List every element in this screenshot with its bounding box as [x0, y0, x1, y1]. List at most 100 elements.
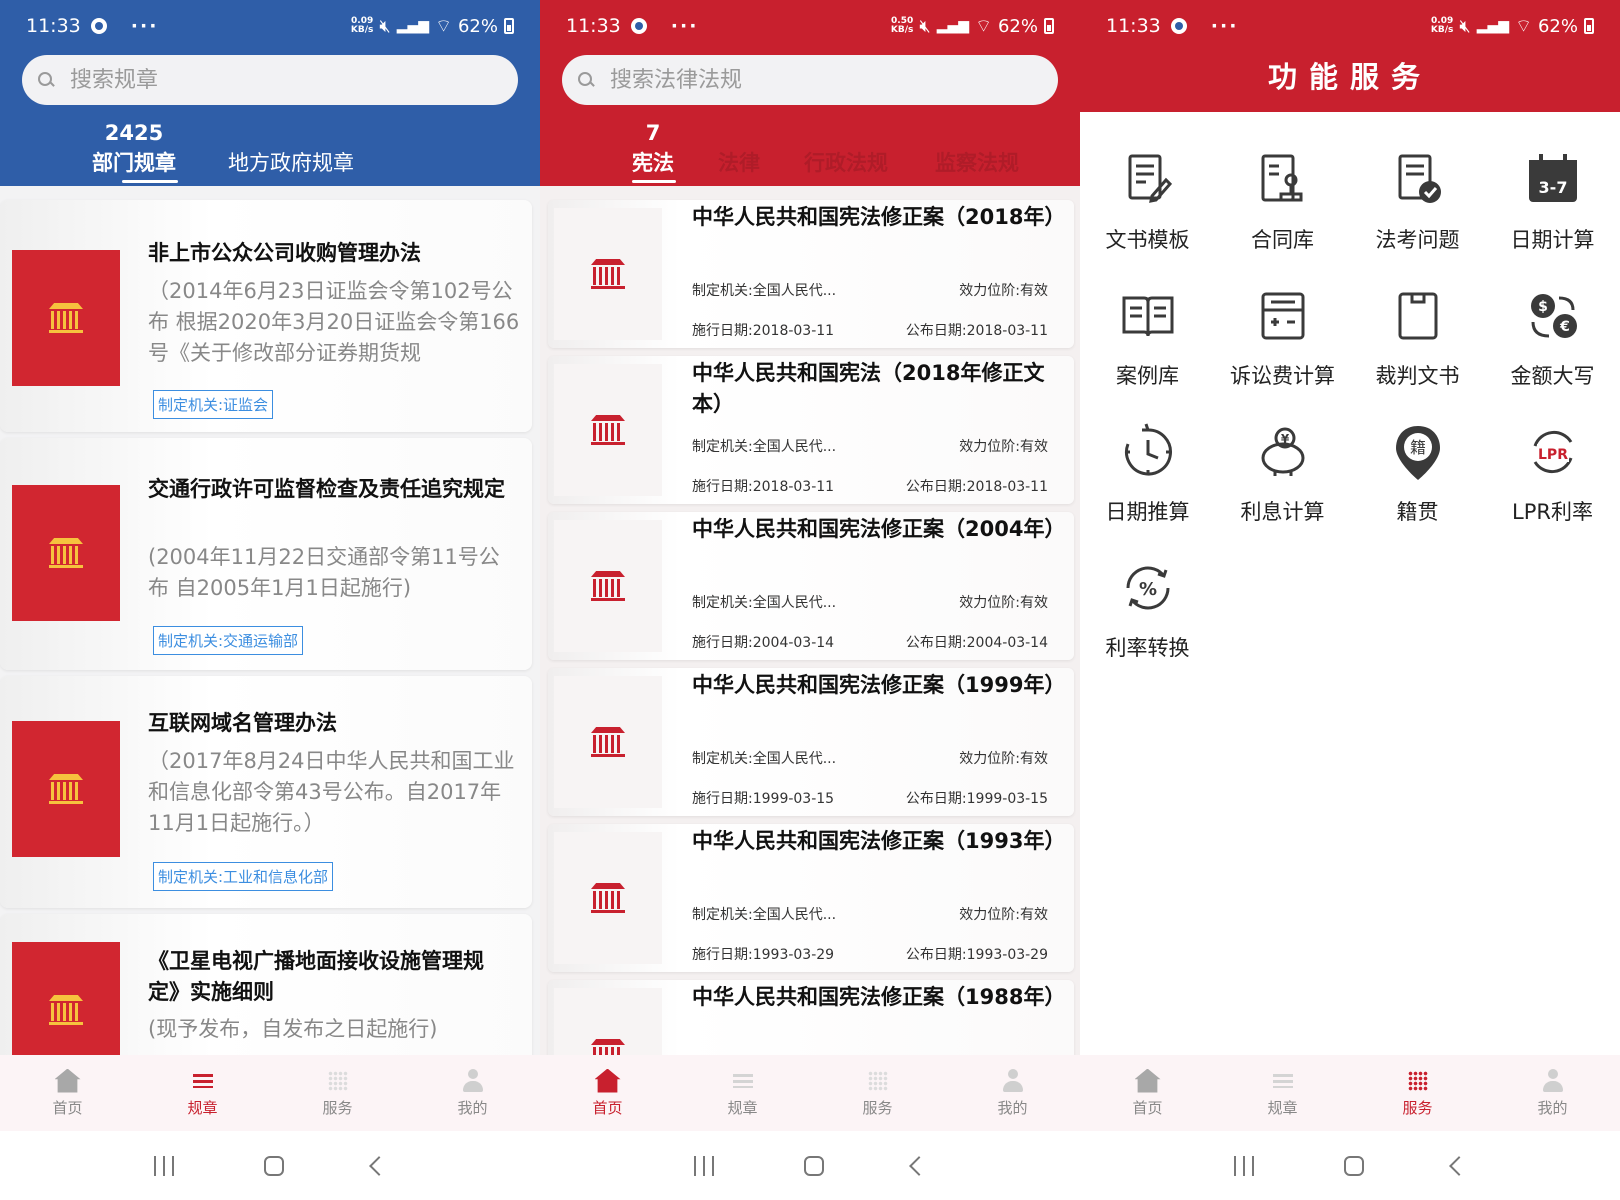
service-contract-library[interactable]: 合同库	[1215, 150, 1350, 254]
item-date-row: 施行日期:2018-03-11 公布日期:2018-03-11	[692, 320, 1048, 340]
list-item[interactable]: 中华人民共和国宪法修正案（1993年） 制定机关:全国人民代... 效力位阶:有…	[548, 824, 1074, 972]
service-interest-calculation[interactable]: ¥ 利息计算	[1215, 422, 1350, 526]
back-icon[interactable]	[1449, 1155, 1469, 1176]
nav-home[interactable]: 首页	[0, 1055, 135, 1131]
open-book-icon	[1122, 296, 1173, 337]
nav-rules[interactable]: 规章	[1215, 1055, 1350, 1131]
item-title: 《卫星电视广播地面接收设施管理规定》实施细则	[148, 949, 484, 1004]
list-item[interactable]: 中华人民共和国宪法（2018年修正文本） 制定机关:全国人民代... 效力位阶:…	[548, 356, 1074, 504]
grid-dots-icon	[1405, 1069, 1431, 1093]
battery-percent: 62%	[997, 15, 1038, 37]
list-item[interactable]: 交通行政许可监督检查及责任追究规定 (2004年11月22日交通部令第11号公布…	[0, 438, 532, 670]
service-litigation-fee[interactable]: 诉讼费计算	[1215, 286, 1350, 390]
list-item[interactable]: 中华人民共和国宪法修正案（1999年） 制定机关:全国人民代... 效力位阶:有…	[548, 668, 1074, 816]
item-title: 中华人民共和国宪法修正案（1988年）	[692, 985, 1066, 1009]
recent-apps-icon[interactable]	[154, 1155, 176, 1176]
service-document-template[interactable]: 文书模板	[1080, 150, 1215, 254]
government-building-icon	[591, 883, 625, 913]
regulation-thumbnail	[12, 250, 120, 386]
issuer: 制定机关:全国人民代...	[692, 439, 837, 455]
home-button-icon[interactable]	[1344, 1155, 1364, 1176]
service-label: 裁判文书	[1375, 364, 1460, 388]
tab-label: 宪法	[632, 151, 674, 175]
tab-constitution[interactable]: 7 宪法	[632, 121, 674, 177]
grid-dots-icon	[865, 1069, 891, 1093]
back-icon[interactable]	[369, 1155, 389, 1176]
tab-supervisory-regulations[interactable]: 监察法规	[935, 147, 1019, 177]
published-date: 公布日期:1999-03-15	[905, 791, 1048, 807]
search-input[interactable]	[70, 67, 450, 93]
status-time: 11:33	[26, 15, 81, 37]
home-button-icon[interactable]	[804, 1155, 824, 1176]
tab-administrative-regulations[interactable]: 行政法规	[804, 147, 888, 177]
back-icon[interactable]	[909, 1155, 929, 1176]
signal-icon: ▂▄▆	[396, 18, 430, 34]
mute-icon: 🔇︎	[919, 15, 931, 37]
issuer-tag: 制定机关:工业和信息化部	[153, 862, 334, 891]
exam-check-icon	[1398, 154, 1441, 203]
nav-home[interactable]: 首页	[540, 1055, 675, 1131]
notification-icon	[1170, 18, 1187, 34]
service-case-library[interactable]: 案例库	[1080, 286, 1215, 390]
battery-percent: 62%	[1537, 15, 1578, 37]
contract-stamp-icon	[1261, 154, 1302, 202]
nav-mine[interactable]: 我的	[405, 1055, 540, 1131]
validity: 效力位阶:有效	[959, 907, 1048, 923]
battery-icon	[1044, 18, 1054, 34]
service-date-projection[interactable]: 日期推算	[1080, 422, 1215, 526]
mute-icon: 🔇︎	[1459, 15, 1471, 37]
search-bar[interactable]	[562, 55, 1058, 105]
tab-count: 2425	[104, 121, 164, 145]
home-icon	[594, 1068, 621, 1093]
more-dots-icon: ···	[130, 15, 159, 37]
service-lpr-rate[interactable]: LPR LPR利率	[1485, 422, 1620, 526]
nav-services[interactable]: 服务	[270, 1055, 405, 1131]
home-button-icon[interactable]	[264, 1155, 284, 1176]
nav-home[interactable]: 首页	[1080, 1055, 1215, 1131]
tab-law[interactable]: 法律	[718, 147, 760, 177]
svg-text:¥: ¥	[1280, 432, 1289, 446]
service-law-exam[interactable]: 法考问题	[1350, 150, 1485, 254]
service-judgments[interactable]: 裁判文书	[1350, 286, 1485, 390]
tab-label: 部门规章	[92, 151, 176, 175]
issuer: 制定机关:全国人民代...	[692, 595, 837, 611]
service-label: 合同库	[1251, 228, 1314, 252]
service-amount-uppercase[interactable]: $ € 金额大写	[1485, 286, 1620, 390]
item-title: 交通行政许可监督检查及责任追究规定	[148, 477, 505, 501]
service-date-calculation[interactable]: 3-7 日期计算	[1485, 150, 1620, 254]
nav-services[interactable]: 服务	[810, 1055, 945, 1131]
service-label: 法考问题	[1375, 228, 1460, 252]
service-label: 诉讼费计算	[1230, 364, 1335, 388]
item-title: 中华人民共和国宪法修正案（1999年）	[692, 673, 1066, 697]
list-item[interactable]: 非上市公众公司收购管理办法 （2014年6月23日证监会令第102号公布 根据2…	[0, 200, 532, 432]
nav-label: 我的	[997, 1098, 1028, 1117]
nav-rules[interactable]: 规章	[675, 1055, 810, 1131]
tab-department-rules[interactable]: 2425 部门规章	[92, 121, 176, 177]
nav-rules[interactable]: 规章	[135, 1055, 270, 1131]
recent-apps-icon[interactable]	[1234, 1155, 1256, 1176]
lpr-icon: LPR	[1533, 430, 1572, 474]
search-input[interactable]	[610, 67, 990, 93]
service-rate-conversion[interactable]: % 利率转换	[1080, 558, 1215, 662]
nav-label: 首页	[1132, 1098, 1163, 1117]
list-item[interactable]: 互联网域名管理办法 （2017年8月24日中华人民共和国工业和信息化部令第43号…	[0, 676, 532, 908]
status-bar: 11:33 ··· 0.09 KB/s 🔇︎ ▂▄▆ ⌔ 62%	[1080, 0, 1620, 52]
effective-date: 施行日期:2018-03-11	[692, 323, 835, 339]
item-title: 互联网域名管理办法	[148, 711, 337, 735]
list-item[interactable]: 中华人民共和国宪法修正案（2004年） 制定机关:全国人民代... 效力位阶:有…	[548, 512, 1074, 660]
nav-mine[interactable]: 我的	[1485, 1055, 1620, 1131]
nav-services[interactable]: 服务	[1350, 1055, 1485, 1131]
nav-mine[interactable]: 我的	[945, 1055, 1080, 1131]
issuer-tag: 制定机关:证监会	[153, 390, 274, 419]
page-title: 功能服务	[1267, 60, 1432, 94]
svg-text:€: €	[1559, 319, 1570, 335]
service-native-place[interactable]: 籍 籍贯	[1350, 422, 1485, 526]
status-bar: 11:33 ··· 0.50 KB/s 🔇︎ ▂▄▆ ⌔ 62%	[540, 0, 1080, 52]
battery-icon	[504, 18, 514, 34]
recent-apps-icon[interactable]	[694, 1155, 716, 1176]
list-item[interactable]: 中华人民共和国宪法修正案（2018年） 制定机关:全国人民代... 效力位阶:有…	[548, 200, 1074, 348]
clock-icon	[1124, 423, 1172, 476]
tab-local-gov-rules[interactable]: 地方政府规章	[228, 147, 354, 177]
search-bar[interactable]	[22, 55, 518, 105]
validity: 效力位阶:有效	[959, 595, 1048, 611]
